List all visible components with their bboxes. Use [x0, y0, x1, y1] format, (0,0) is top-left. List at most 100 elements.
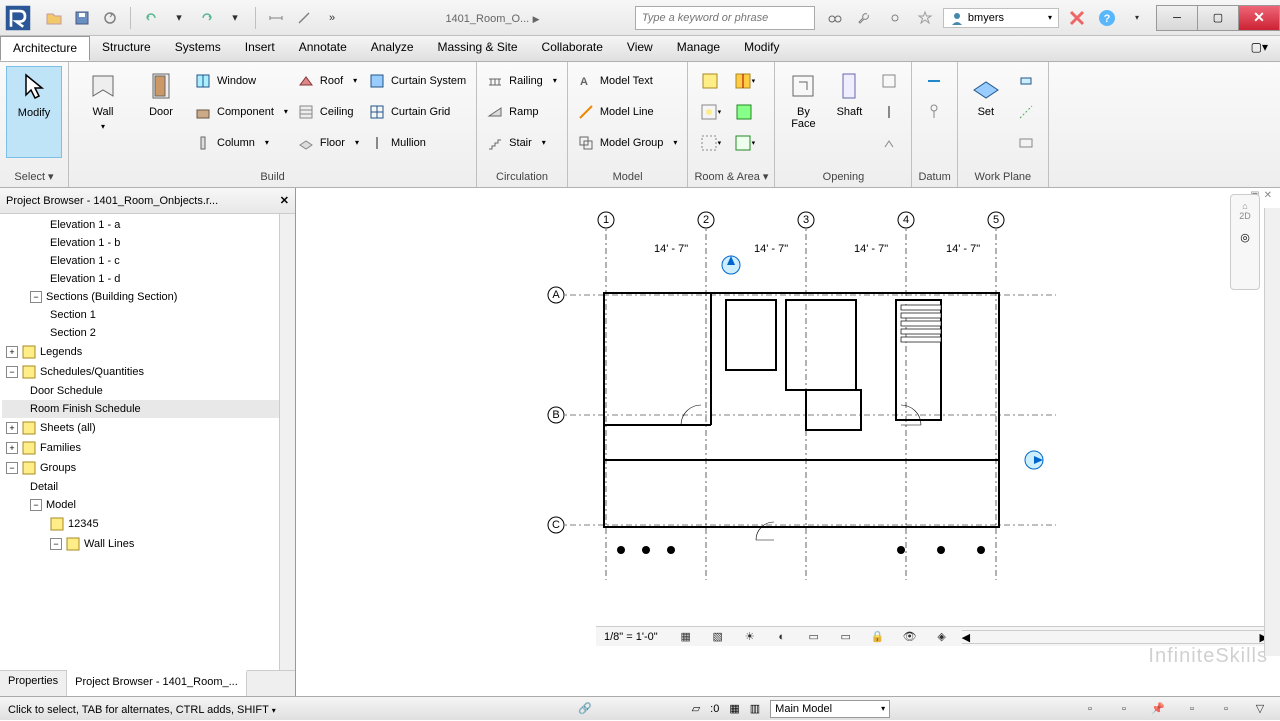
minimize-button[interactable]: ─ [1156, 5, 1198, 31]
sync-icon[interactable] [98, 6, 122, 30]
wall-opening-button[interactable] [873, 66, 905, 95]
reveal-icon[interactable]: ◈ [930, 625, 954, 649]
canvas-vscroll[interactable] [1264, 208, 1280, 656]
exchange-icon[interactable] [1065, 6, 1089, 30]
close-browser-icon[interactable]: ✕ [280, 194, 289, 207]
tab-properties-panel[interactable]: Properties [0, 671, 67, 696]
tree-item[interactable]: Elevation 1 - a [2, 216, 293, 234]
link-icon[interactable] [883, 6, 907, 30]
tree-item[interactable]: −Wall Lines [2, 534, 293, 554]
stair-button[interactable]: Stair▾ [483, 128, 561, 157]
tree-item[interactable]: 12345 [2, 514, 293, 534]
app-icon[interactable] [0, 0, 36, 36]
nav-2d-icon[interactable]: ⌂2D [1231, 195, 1259, 227]
tree-item[interactable]: −Model [2, 496, 293, 514]
window-button[interactable]: Window [191, 66, 292, 95]
ramp-button[interactable]: Ramp [483, 97, 561, 126]
area-bound-button[interactable]: ▾ [694, 128, 726, 157]
railing-button[interactable]: Railing▾ [483, 66, 561, 95]
room-button[interactable] [694, 66, 726, 95]
tab-modify[interactable]: Modify [732, 36, 791, 61]
tab-massing[interactable]: Massing & Site [426, 36, 530, 61]
viewer-button[interactable] [1010, 128, 1042, 157]
tab-architecture[interactable]: Architecture [0, 36, 90, 61]
search-input[interactable] [635, 6, 815, 30]
tree-item[interactable]: −Groups [2, 458, 293, 478]
expand-icon[interactable]: − [30, 291, 42, 303]
filter-icon[interactable]: ▽ [1248, 697, 1272, 721]
by-face-button[interactable]: By Face [781, 66, 825, 158]
dormer-button[interactable] [873, 128, 905, 157]
curtain-system-button[interactable]: Curtain System [365, 66, 470, 95]
ceiling-button[interactable]: Ceiling [294, 97, 363, 126]
binoculars-icon[interactable] [823, 6, 847, 30]
tab-view[interactable]: View [615, 36, 665, 61]
detail-level-icon[interactable]: ▦ [674, 625, 698, 649]
floor-button[interactable]: Floor▾ [294, 128, 363, 157]
wall-button[interactable]: Wall▾ [75, 66, 131, 158]
select-face-icon[interactable]: ▫ [1180, 697, 1204, 721]
vertical-opening-button[interactable] [873, 97, 905, 126]
tab-insert[interactable]: Insert [233, 36, 287, 61]
tab-systems[interactable]: Systems [163, 36, 233, 61]
expand-icon[interactable]: − [6, 366, 18, 378]
tag-room-button[interactable]: ▾ [694, 97, 726, 126]
tab-structure[interactable]: Structure [90, 36, 163, 61]
user-menu[interactable]: bmyers ▾ [943, 8, 1059, 28]
visual-style-icon[interactable]: ▧ [706, 625, 730, 649]
tree-item[interactable]: +Sheets (all) [2, 418, 293, 438]
tab-collaborate[interactable]: Collaborate [530, 36, 615, 61]
save-icon[interactable] [70, 6, 94, 30]
crop-icon[interactable]: ▭ [802, 625, 826, 649]
tree-item[interactable]: Elevation 1 - d [2, 270, 293, 288]
nav-wheel-icon[interactable]: ◎ [1231, 227, 1259, 248]
tree-item[interactable]: Elevation 1 - b [2, 234, 293, 252]
select-pinned-icon[interactable]: 📌 [1146, 697, 1170, 721]
model-text-button[interactable]: AModel Text [574, 66, 682, 95]
tree-item[interactable]: +Legends [2, 342, 293, 362]
shaft-button[interactable]: Shaft [827, 66, 871, 158]
panel-room-area-label[interactable]: Room & Area ▾ [694, 168, 768, 185]
curtain-grid-button[interactable]: Curtain Grid [365, 97, 470, 126]
room-sep-button[interactable]: ▾ [728, 66, 760, 95]
crop-visible-icon[interactable]: ▭ [834, 625, 858, 649]
tab-annotate[interactable]: Annotate [287, 36, 359, 61]
status-grid-icon[interactable]: ▦ [729, 702, 739, 715]
navigation-bar[interactable]: ⌂2D ◎ [1230, 194, 1260, 290]
help-icon[interactable]: ? [1095, 6, 1119, 30]
scale-display[interactable]: 1/8" = 1'-0" [596, 631, 666, 643]
ref-plane-button[interactable] [1010, 97, 1042, 126]
undo-dropdown-icon[interactable]: ▾ [167, 6, 191, 30]
column-button[interactable]: Column▾ [191, 128, 292, 157]
drag-elements-icon[interactable]: ▫ [1214, 697, 1238, 721]
status-filter-icon[interactable]: ▱ [692, 702, 700, 715]
component-button[interactable]: Component▾ [191, 97, 292, 126]
set-workplane-button[interactable]: Set [964, 66, 1008, 158]
tree-item[interactable]: Room Finish Schedule [2, 400, 293, 418]
area-button[interactable] [728, 97, 760, 126]
model-group-button[interactable]: Model Group▾ [574, 128, 682, 157]
tree-item[interactable]: Door Schedule [2, 382, 293, 400]
project-tree[interactable]: Elevation 1 - aElevation 1 - bElevation … [0, 214, 295, 670]
workset-select[interactable]: Main Model▾ [770, 700, 890, 718]
tree-scrollbar[interactable] [279, 214, 295, 670]
status-model-icon[interactable]: ▥ [750, 702, 760, 715]
tab-extra-icon[interactable]: ▢▾ [1239, 36, 1280, 61]
expand-icon[interactable]: − [50, 538, 62, 550]
tree-item[interactable]: Elevation 1 - c [2, 252, 293, 270]
tag-area-button[interactable]: ▾ [728, 128, 760, 157]
star-icon[interactable] [913, 6, 937, 30]
expand-icon[interactable]: − [6, 462, 18, 474]
expand-icon[interactable]: + [6, 442, 18, 454]
tree-item[interactable]: Section 2 [2, 324, 293, 342]
open-icon[interactable] [42, 6, 66, 30]
select-underlay-icon[interactable]: ▫ [1112, 697, 1136, 721]
modify-button[interactable]: Modify [6, 66, 62, 158]
show-plane-button[interactable] [1010, 66, 1042, 95]
canvas-hscroll[interactable]: ◀▶ [962, 630, 1268, 644]
status-link-icon[interactable]: 🔗 [578, 702, 592, 715]
undo-icon[interactable] [139, 6, 163, 30]
tab-browser-panel[interactable]: Project Browser - 1401_Room_... [67, 670, 247, 696]
redo-dropdown-icon[interactable]: ▾ [223, 6, 247, 30]
help-dropdown-icon[interactable]: ▾ [1125, 6, 1149, 30]
